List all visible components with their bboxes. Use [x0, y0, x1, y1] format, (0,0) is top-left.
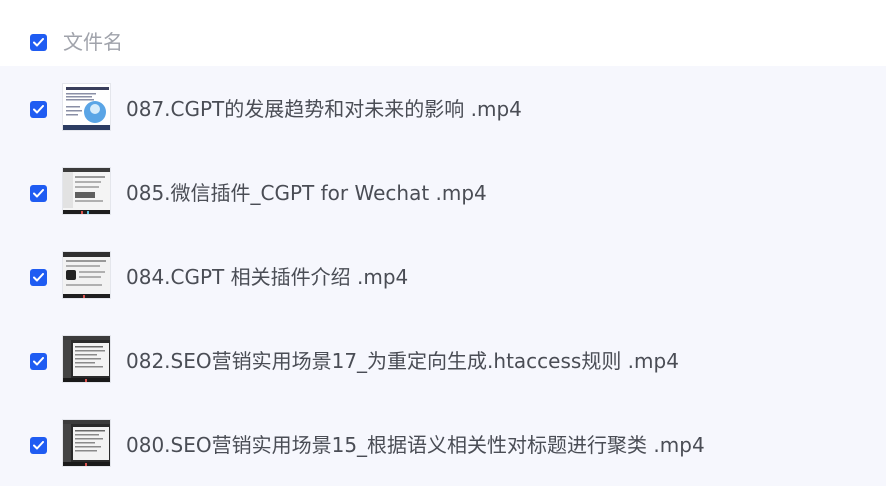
file-checkbox[interactable]	[30, 101, 47, 118]
file-row[interactable]: 084.CGPT 相关插件介绍 .mp4	[0, 234, 886, 318]
checkmark-icon	[33, 189, 44, 198]
slide-thumbnail-icon	[63, 84, 110, 130]
file-checkbox[interactable]	[30, 437, 47, 454]
screen-thumbnail-icon	[63, 252, 110, 298]
video-thumbnail[interactable]	[62, 251, 111, 299]
file-checkbox[interactable]	[30, 353, 47, 370]
file-name[interactable]: 085.微信插件_CGPT for Wechat .mp4	[126, 180, 487, 206]
file-name[interactable]: 084.CGPT 相关插件介绍 .mp4	[126, 264, 408, 290]
video-thumbnail[interactable]	[62, 335, 111, 383]
video-thumbnail[interactable]	[62, 167, 111, 215]
file-row[interactable]: 087.CGPT的发展趋势和对未来的影响 .mp4	[0, 66, 886, 150]
select-all-checkbox[interactable]	[30, 34, 47, 51]
file-list: 087.CGPT的发展趋势和对未来的影响 .mp4 085.微信插件_CGPT …	[0, 66, 886, 486]
file-name[interactable]: 080.SEO营销实用场景15_根据语义相关性对标题进行聚类 .mp4	[126, 432, 705, 458]
checkmark-icon	[33, 38, 44, 47]
file-name[interactable]: 082.SEO营销实用场景17_为重定向生成.htaccess规则 .mp4	[126, 348, 679, 374]
column-header-filename: 文件名	[63, 30, 123, 54]
file-row[interactable]: 082.SEO营销实用场景17_为重定向生成.htaccess规则 .mp4	[0, 318, 886, 402]
file-row[interactable]: 080.SEO营销实用场景15_根据语义相关性对标题进行聚类 .mp4	[0, 402, 886, 486]
checkmark-icon	[33, 273, 44, 282]
screen-thumbnail-icon	[63, 168, 110, 214]
editor-thumbnail-icon	[63, 420, 110, 466]
video-thumbnail[interactable]	[62, 419, 111, 467]
video-thumbnail[interactable]	[62, 83, 111, 131]
file-name[interactable]: 087.CGPT的发展趋势和对未来的影响 .mp4	[126, 96, 522, 122]
checkmark-icon	[33, 357, 44, 366]
file-list-panel: 文件名 087.CGPT的发展趋势和对未来的影响 .mp4 085.微信插件_C…	[0, 0, 886, 486]
file-list-header: 文件名	[0, 0, 886, 66]
checkmark-icon	[33, 441, 44, 450]
file-row[interactable]: 085.微信插件_CGPT for Wechat .mp4	[0, 150, 886, 234]
file-checkbox[interactable]	[30, 269, 47, 286]
editor-thumbnail-icon	[63, 336, 110, 382]
checkmark-icon	[33, 105, 44, 114]
file-checkbox[interactable]	[30, 185, 47, 202]
